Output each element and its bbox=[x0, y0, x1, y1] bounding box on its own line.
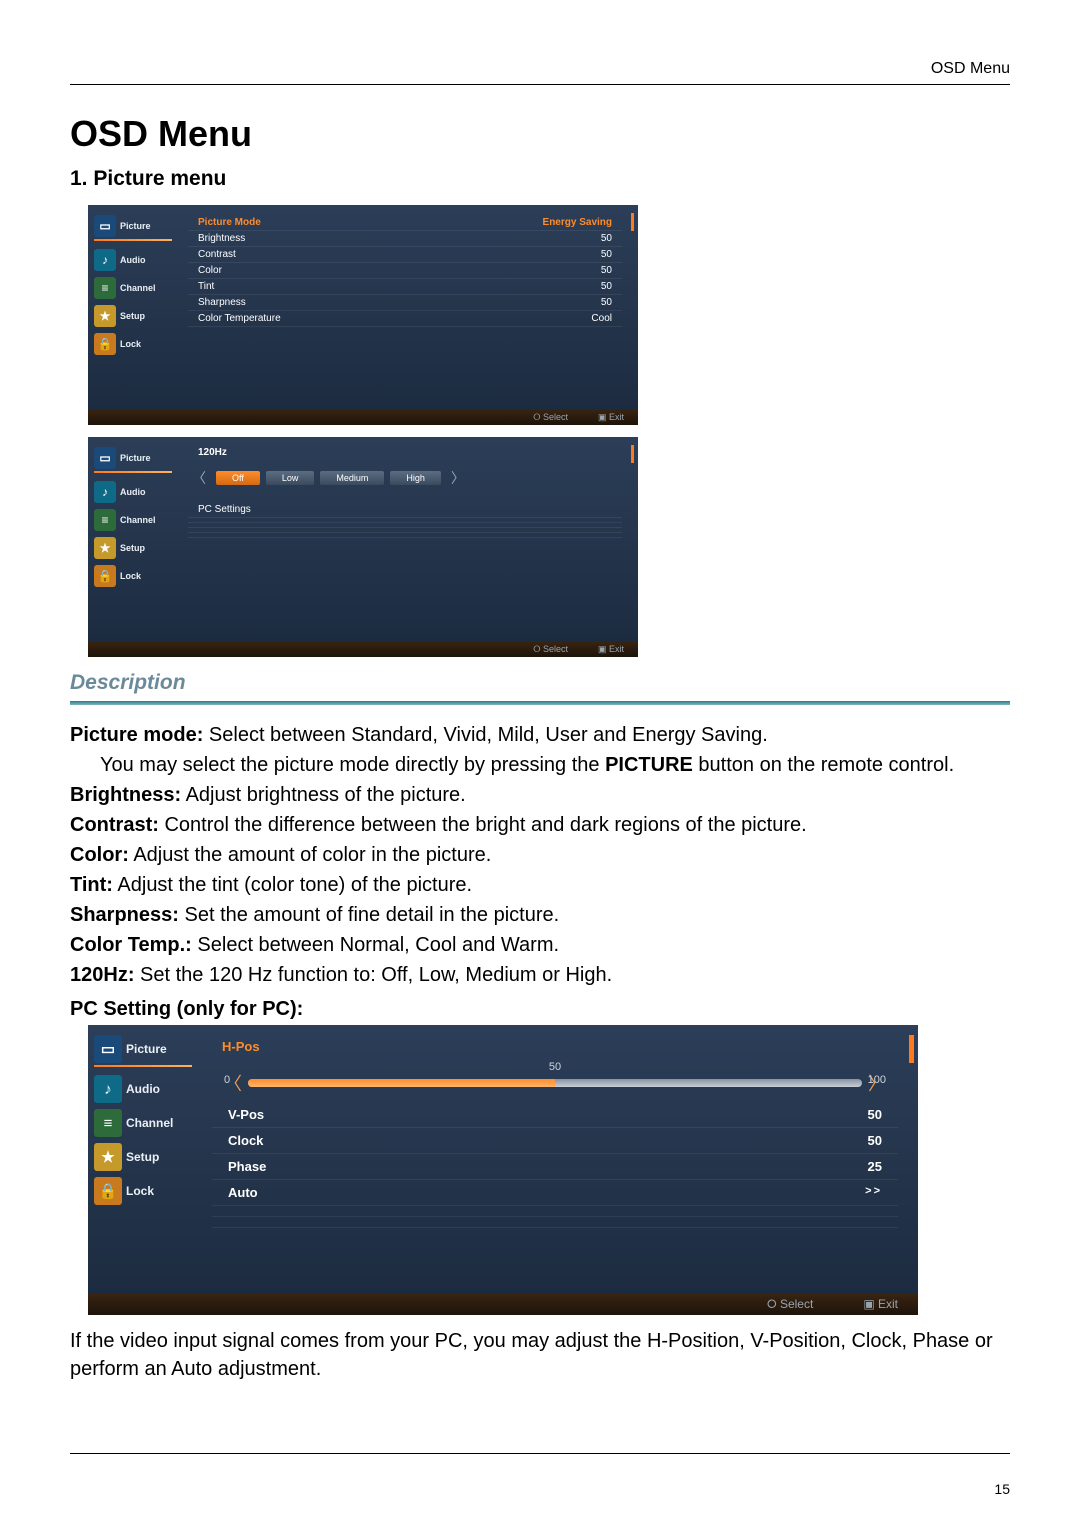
sidebar-label: Setup bbox=[120, 311, 145, 321]
slider-min: 0 bbox=[224, 1074, 230, 1086]
osd-footer: ⭘ Select ▣ Exit bbox=[88, 409, 638, 425]
accent-bar bbox=[631, 213, 634, 231]
menu-row-contrast[interactable]: Contrast50 bbox=[188, 247, 622, 263]
menu-row-brightness[interactable]: Brightness50 bbox=[188, 231, 622, 247]
menu-row-auto[interactable]: Auto>> bbox=[212, 1180, 898, 1206]
sidebar-item-audio[interactable]: ♪ Audio bbox=[88, 247, 178, 275]
osd-sidebar: ▭ Picture ♪ Audio ≡ Channel ★ Setup 🔒 Lock bbox=[88, 1025, 198, 1315]
audio-icon: ♪ bbox=[94, 249, 116, 271]
sidebar-label: Channel bbox=[120, 515, 156, 525]
sidebar-label: Lock bbox=[120, 571, 141, 581]
sidebar-item-lock[interactable]: 🔒 Lock bbox=[88, 331, 178, 359]
audio-icon: ♪ bbox=[94, 1075, 122, 1103]
page-header-right: OSD Menu bbox=[70, 60, 1010, 78]
slider-max: 100 bbox=[868, 1074, 886, 1086]
description-body: Picture mode: Select between Standard, V… bbox=[70, 721, 1010, 1023]
osd-panel-picture: ▭ Picture ♪ Audio ≡ Channel ★ Setup 🔒 Lock Pi… bbox=[88, 205, 638, 425]
sidebar-label: Channel bbox=[126, 1116, 173, 1130]
channel-icon: ≡ bbox=[94, 277, 116, 299]
osd-footer: ⭘ Select ▣ Exit bbox=[88, 1293, 918, 1315]
section-title: 1. Picture menu bbox=[70, 167, 1010, 191]
osd-footer: ⭘ Select ▣ Exit bbox=[88, 641, 638, 657]
segment-high[interactable]: High bbox=[390, 471, 441, 485]
header-divider bbox=[70, 84, 1010, 85]
menu-row-colortemp[interactable]: Color TemperatureCool bbox=[188, 311, 622, 327]
sidebar-label: Lock bbox=[126, 1184, 154, 1198]
sidebar-item-channel[interactable]: ≡ Channel bbox=[88, 275, 178, 303]
panel-title: 120Hz bbox=[188, 447, 622, 464]
lock-icon: 🔒 bbox=[94, 565, 116, 587]
segmented-row[interactable]: 〈 Off Low Medium High 〉 bbox=[188, 468, 622, 488]
pc-note: If the video input signal comes from you… bbox=[70, 1327, 1010, 1383]
osd-main: Picture ModeEnergy Saving Brightness50 C… bbox=[178, 205, 638, 425]
channel-icon: ≡ bbox=[94, 1109, 122, 1137]
sidebar-label: Audio bbox=[126, 1082, 160, 1096]
sidebar-label: Picture bbox=[120, 221, 151, 231]
setup-icon: ★ bbox=[94, 1143, 122, 1171]
menu-row-color[interactable]: Color50 bbox=[188, 263, 622, 279]
sidebar-item-audio[interactable]: ♪ Audio bbox=[88, 479, 178, 507]
sidebar-label: Setup bbox=[126, 1150, 159, 1164]
lock-icon: 🔒 bbox=[94, 1177, 122, 1205]
menu-row-tint[interactable]: Tint50 bbox=[188, 279, 622, 295]
picture-icon: ▭ bbox=[94, 447, 116, 469]
sidebar-label: Audio bbox=[120, 255, 146, 265]
sidebar-item-channel[interactable]: ≡ Channel bbox=[88, 507, 178, 535]
sidebar-item-picture[interactable]: ▭ Picture bbox=[88, 213, 178, 241]
setup-icon: ★ bbox=[94, 305, 116, 327]
sidebar-item-lock[interactable]: 🔒 Lock bbox=[88, 563, 178, 591]
sidebar-item-picture[interactable]: ▭ Picture bbox=[88, 1033, 198, 1067]
picture-icon: ▭ bbox=[94, 1035, 122, 1063]
sidebar-label: Audio bbox=[120, 487, 146, 497]
picture-icon: ▭ bbox=[94, 215, 116, 237]
slider-value: 50 bbox=[549, 1061, 561, 1073]
osd-sidebar: ▭ Picture ♪ Audio ≡ Channel ★ Setup 🔒 Lock bbox=[88, 205, 178, 425]
sidebar-item-setup[interactable]: ★ Setup bbox=[88, 535, 178, 563]
sidebar-label: Picture bbox=[126, 1042, 167, 1056]
sidebar-item-channel[interactable]: ≡ Channel bbox=[88, 1107, 198, 1141]
segment-off[interactable]: Off bbox=[216, 471, 260, 485]
menu-row-picturemode[interactable]: Picture ModeEnergy Saving bbox=[188, 215, 622, 231]
sidebar-label: Lock bbox=[120, 339, 141, 349]
sidebar-item-setup[interactable]: ★ Setup bbox=[88, 1141, 198, 1175]
sidebar-label: Picture bbox=[120, 453, 151, 463]
menu-row-clock[interactable]: Clock50 bbox=[212, 1128, 898, 1154]
description-divider bbox=[70, 701, 1010, 705]
accent-bar bbox=[909, 1035, 914, 1063]
description-heading: Description bbox=[70, 671, 1010, 695]
chevron-left-icon[interactable]: 〈 bbox=[218, 1070, 248, 1096]
menu-row-pcsettings[interactable]: PC Settings bbox=[188, 502, 622, 518]
menu-row-sharpness[interactable]: Sharpness50 bbox=[188, 295, 622, 311]
sidebar-item-picture[interactable]: ▭ Picture bbox=[88, 445, 178, 473]
sidebar-label: Setup bbox=[120, 543, 145, 553]
chevron-right-icon[interactable]: 〉 bbox=[447, 468, 469, 488]
audio-icon: ♪ bbox=[94, 481, 116, 503]
osd-panel-pcsetting: ▭ Picture ♪ Audio ≡ Channel ★ Setup 🔒 Lock H-… bbox=[88, 1025, 918, 1315]
page-title: OSD Menu bbox=[70, 113, 1010, 155]
channel-icon: ≡ bbox=[94, 509, 116, 531]
segment-low[interactable]: Low bbox=[266, 471, 315, 485]
setup-icon: ★ bbox=[94, 537, 116, 559]
osd-main: H-Pos 〈 50 〉 0 100 V-Pos50 Clock50 Phase… bbox=[198, 1025, 918, 1315]
sidebar-item-lock[interactable]: 🔒 Lock bbox=[88, 1175, 198, 1209]
osd-sidebar: ▭ Picture ♪ Audio ≡ Channel ★ Setup 🔒 Lock bbox=[88, 437, 178, 657]
menu-row-phase[interactable]: Phase25 bbox=[212, 1154, 898, 1180]
footer-divider bbox=[70, 1453, 1010, 1454]
segment-medium[interactable]: Medium bbox=[320, 471, 384, 485]
sidebar-label: Channel bbox=[120, 283, 156, 293]
sidebar-item-setup[interactable]: ★ Setup bbox=[88, 303, 178, 331]
hpos-slider[interactable]: 〈 50 〉 0 100 bbox=[218, 1070, 892, 1086]
lock-icon: 🔒 bbox=[94, 333, 116, 355]
osd-main: 120Hz 〈 Off Low Medium High 〉 PC Setting… bbox=[178, 437, 638, 657]
menu-row-vpos[interactable]: V-Pos50 bbox=[212, 1102, 898, 1128]
sidebar-item-audio[interactable]: ♪ Audio bbox=[88, 1073, 198, 1107]
osd-panel-120hz: ▭ Picture ♪ Audio ≡ Channel ★ Setup 🔒 Lock 12… bbox=[88, 437, 638, 657]
accent-bar bbox=[631, 445, 634, 463]
chevron-left-icon[interactable]: 〈 bbox=[188, 468, 210, 488]
page-number: 15 bbox=[994, 1481, 1010, 1497]
